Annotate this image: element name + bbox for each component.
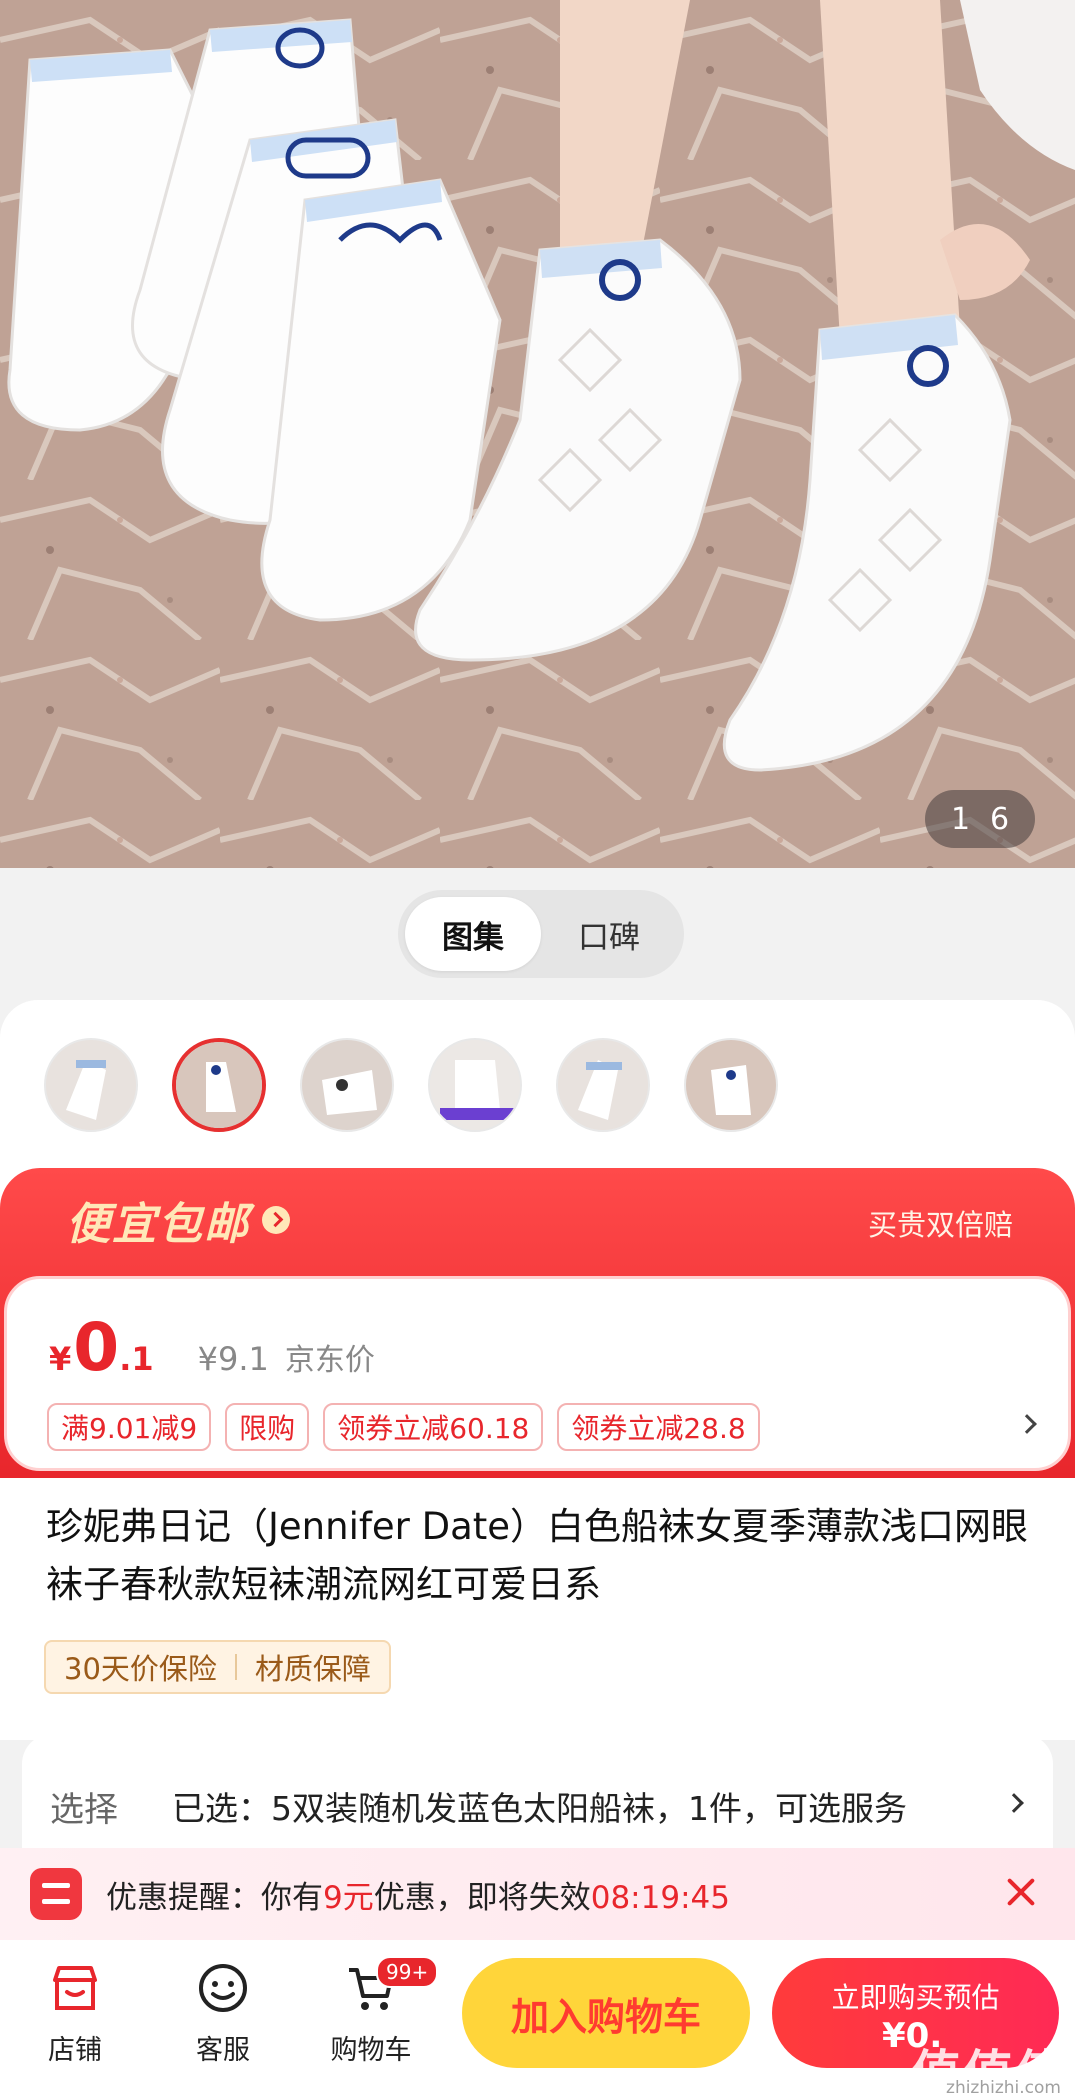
selection-label: 选择 (50, 1790, 118, 1830)
gallery-pager: 1 6 (925, 790, 1035, 848)
promo-title-text: 便宜包邮 (66, 1199, 250, 1250)
original-price: ¥9.1 (197, 1340, 269, 1378)
variant-thumbnail[interactable] (684, 1038, 778, 1132)
chevron-right-icon (262, 1206, 290, 1234)
close-icon[interactable] (999, 1870, 1043, 1914)
cart-count-badge: 99+ (376, 1956, 439, 1988)
coupon-tag[interactable]: 限购 (225, 1403, 310, 1451)
nav-service-label: 客服 (196, 2035, 250, 2066)
promo-banner[interactable]: 便宜包邮 买贵双倍赔 ¥ 0 .1 ¥9.1 京东价 满9.01减9 限购 领券… (0, 1168, 1075, 1478)
media-segment-area: 图集 口碑 (0, 868, 1075, 1000)
reminder-prefix: 优惠提醒：你有 (106, 1880, 323, 1916)
nav-cart[interactable]: 99+ 购物车 (316, 1956, 439, 2067)
coupon-tag[interactable]: 领券立减28.8 (557, 1403, 760, 1451)
selection-summary[interactable]: 已选：5双装随机发蓝色太阳船袜，1件，可选服务 (172, 1782, 907, 1830)
variant-thumbnail[interactable] (44, 1038, 138, 1132)
nav-cart-label: 购物车 (330, 2035, 412, 2066)
tab-reviews[interactable]: 口碑 (541, 897, 677, 971)
discount-reminder-bar[interactable]: 优惠提醒：你有9元优惠，即将失效08:19:45 (0, 1848, 1075, 1940)
service-badge: 30天价保险 (64, 1652, 217, 1686)
variant-thumbnail[interactable] (556, 1038, 650, 1132)
price-line: ¥ 0 .1 ¥9.1 京东价 (49, 1309, 375, 1386)
price-guarantee-text: 买贵双倍赔 (867, 1208, 1013, 1242)
add-to-cart-button[interactable]: 加入购物车 (462, 1958, 750, 2068)
coupon-tags[interactable]: 满9.01减9 限购 领券立减60.18 领券立减28.8 (47, 1403, 760, 1451)
variant-thumbnail-selected[interactable] (172, 1038, 266, 1132)
variant-thumbnails (44, 1038, 778, 1132)
variant-thumbnail[interactable] (300, 1038, 394, 1132)
nav-store[interactable]: 店铺 (20, 1962, 130, 2067)
nav-store-label: 店铺 (48, 2035, 102, 2066)
product-photo (0, 0, 1075, 868)
price-integer: 0 (73, 1309, 120, 1386)
gallery-total-count: 6 (989, 801, 1010, 837)
original-price-label: 京东价 (284, 1343, 375, 1378)
menu-icon (30, 1868, 82, 1920)
product-image-gallery[interactable]: 1 6 (0, 0, 1075, 868)
price-decimal: .1 (119, 1340, 154, 1378)
store-icon (53, 1966, 97, 2010)
reminder-text: 优惠提醒：你有9元优惠，即将失效08:19:45 (106, 1872, 730, 1917)
service-badge: 材质保障 (254, 1652, 371, 1686)
product-title: 珍妮弗日记（Jennifer Date）白色船袜女夏季薄款浅口网眼袜子春秋款短袜… (46, 1505, 1029, 1606)
variant-thumbnail[interactable] (428, 1038, 522, 1132)
buy-now-label: 立即购买预估 (831, 1981, 1000, 2014)
reminder-mid: 优惠，即将失效 (373, 1880, 591, 1916)
service-badges[interactable]: 30天价保险 材质保障 (44, 1640, 391, 1694)
reminder-countdown: 08:19:45 (590, 1880, 730, 1916)
chevron-right-icon[interactable] (1017, 1414, 1037, 1434)
customer-service-icon (199, 1964, 247, 2012)
nav-service[interactable]: 客服 (168, 1962, 278, 2067)
watermark-url: zhizhizhi.com (946, 2078, 1061, 2098)
currency-symbol: ¥ (49, 1340, 72, 1378)
coupon-tag[interactable]: 满9.01减9 (47, 1403, 212, 1451)
tab-gallery[interactable]: 图集 (405, 897, 541, 971)
coupon-tag[interactable]: 领券立减60.18 (323, 1403, 544, 1451)
reminder-amount: 9元 (323, 1880, 374, 1916)
promo-title[interactable]: 便宜包邮 (66, 1188, 290, 1252)
media-segment-control: 图集 口碑 (398, 890, 684, 978)
gallery-current-index: 1 (950, 801, 971, 837)
price-box: ¥ 0 .1 ¥9.1 京东价 满9.01减9 限购 领券立减60.18 领券立… (4, 1276, 1071, 1471)
